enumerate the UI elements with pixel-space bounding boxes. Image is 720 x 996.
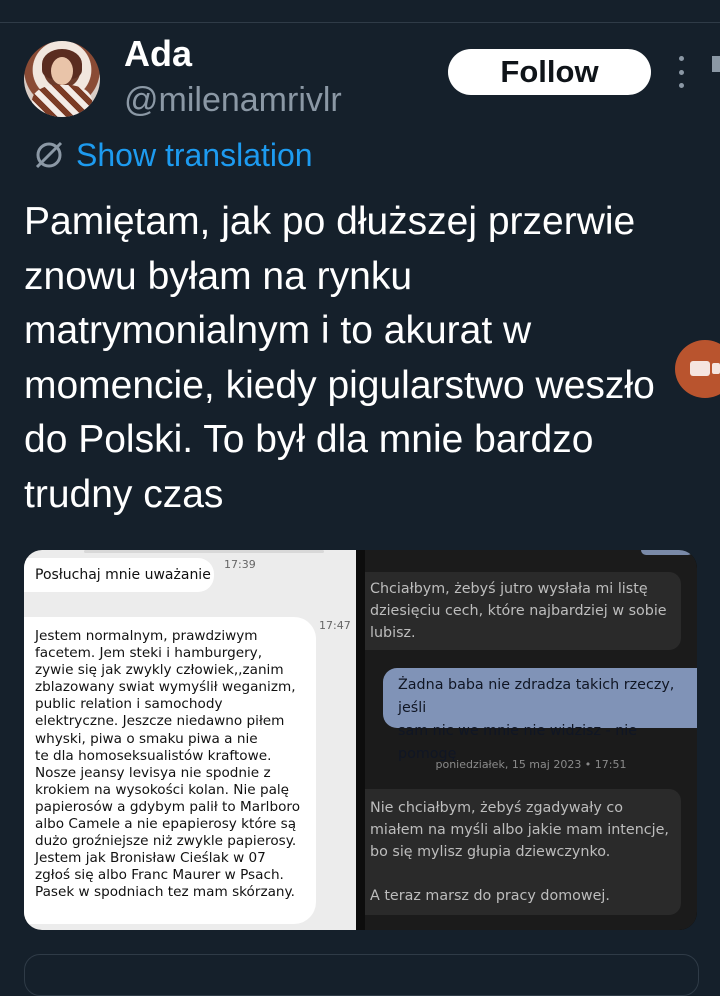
next-card-edge — [24, 954, 699, 996]
avatar[interactable] — [24, 41, 100, 117]
image-divider — [356, 550, 365, 930]
date-separator: poniedziałek, 15 maj 2023 • 17:51 — [435, 758, 627, 771]
chat-bubble: Nie chciałbym, żebyś zgadywały co miałem… — [365, 789, 681, 915]
media-attachment[interactable]: Posłuchaj mnie uważanie 17:39 17:47 Jest… — [24, 550, 697, 930]
author-name[interactable]: Ada — [124, 32, 192, 76]
reply-bubble: Żadna baba nie zdradza takich rzeczy, je… — [383, 668, 697, 762]
edge-fragment — [712, 56, 720, 72]
author-handle[interactable]: @milenamrivlr — [124, 80, 342, 120]
message-time: 17:47 — [319, 619, 351, 632]
cropped-bubble-edge — [84, 550, 324, 553]
video-camera-lens — [712, 363, 720, 374]
translate-icon — [35, 141, 63, 169]
right-screenshot[interactable]: Chciałbym, żebyś jutro wysłała mi listę … — [365, 550, 697, 930]
chat-bubble: Posłuchaj mnie uważanie — [24, 558, 214, 592]
dot — [678, 69, 684, 75]
avatar-body — [32, 85, 92, 117]
video-camera-icon — [690, 361, 710, 376]
chat-bubble: Jestem normalnym, prawdziwym facetem. Je… — [24, 617, 316, 924]
show-translation-link[interactable]: Show translation — [32, 134, 313, 176]
follow-button[interactable]: Follow — [448, 49, 651, 95]
more-options-icon[interactable] — [668, 56, 694, 88]
left-screenshot[interactable]: Posłuchaj mnie uważanie 17:39 17:47 Jest… — [24, 550, 356, 930]
tweet-text: Pamiętam, jak po dłuższej przerwie znowu… — [24, 200, 655, 516]
dot — [678, 83, 684, 88]
dot — [678, 56, 684, 61]
chat-bubble: Chciałbym, żebyś jutro wysłała mi listę … — [365, 572, 681, 650]
header-divider — [0, 22, 720, 23]
message-time: 17:39 — [224, 558, 256, 571]
floating-video-button[interactable] — [675, 340, 720, 398]
avatar-face — [51, 57, 73, 85]
cropped-bubble-edge — [641, 550, 693, 555]
show-translation-label: Show translation — [76, 136, 313, 173]
